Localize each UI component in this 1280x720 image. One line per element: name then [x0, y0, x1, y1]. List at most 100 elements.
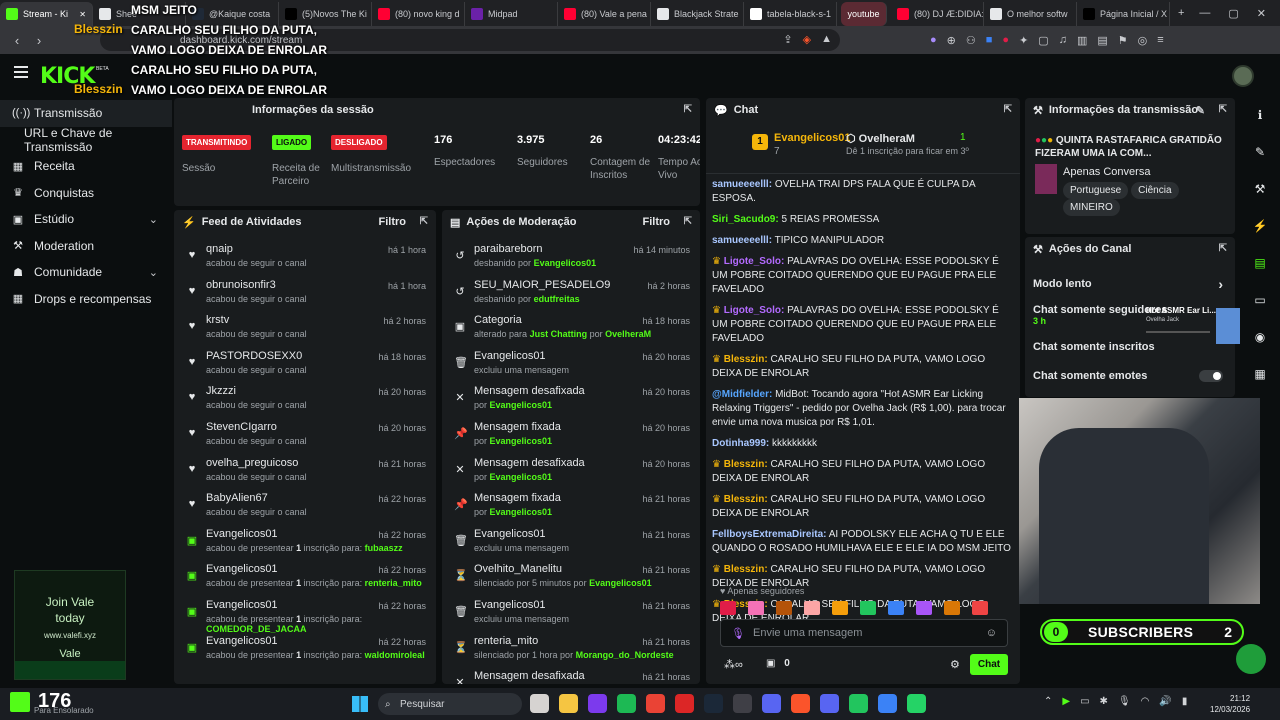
mini-music-player[interactable]: Hot ASMR Ear Li... Ovelha Jack	[1146, 306, 1254, 348]
chat-message[interactable]: Siri_Sacudo9: 5 REIAS PROMESSA	[712, 213, 1012, 227]
gear-icon[interactable]: ⚙	[950, 658, 960, 671]
chat-message[interactable]: ♛ Ligote_Solo: PALAVRAS DO OVELHA: ESSE …	[712, 255, 1012, 297]
puzzle-icon[interactable]: ✦	[1019, 34, 1028, 47]
chat-username[interactable]: samueeeelll:	[712, 179, 772, 190]
emote-icon[interactable]	[972, 601, 988, 615]
extension-icon[interactable]: ■	[986, 34, 993, 47]
list-item[interactable]: 📌 Mensagem fixada por Evangelicos01 há 20 h…	[442, 417, 700, 453]
sidebar-item-estudio[interactable]: ▣ Estúdio ⌄	[0, 206, 172, 233]
chat-message[interactable]: Dotinha999: kkkkkkkkk	[712, 437, 1012, 451]
taskbar-app-icon[interactable]	[733, 694, 752, 713]
tray-icon[interactable]: ▶	[1062, 696, 1070, 707]
emote-icon[interactable]	[804, 601, 820, 615]
chat-message[interactable]: @Midfielder: MidBot: Tocando agora "Hot …	[712, 388, 1012, 430]
tray-icon[interactable]: ▭	[1080, 696, 1089, 707]
chat-message[interactable]: ♛ Blesszin: CARALHO SEU FILHO DA PUTA, V…	[712, 458, 1012, 486]
pencil-icon[interactable]: ✎	[1240, 133, 1280, 170]
list-item[interactable]: ▣ Evangelicos01 acabou de presentear 1 ins…	[174, 631, 436, 667]
maximize-icon[interactable]: ▢	[1228, 7, 1238, 20]
moderator-name[interactable]: Evangelicos01	[490, 507, 553, 517]
edit-icon[interactable]: ✎	[1196, 104, 1205, 117]
taskbar-search[interactable]: ⌕ Pesquisar	[378, 693, 522, 715]
moderator-name[interactable]: Evangelicos01	[490, 436, 553, 446]
broadcast-icon[interactable]: ◉	[1240, 318, 1280, 355]
list-item[interactable]: 📌 Mensagem fixada por Evangelicos01 há 21 h…	[442, 488, 700, 524]
popout-icon[interactable]: ⇱	[1004, 104, 1012, 115]
player-progress[interactable]	[1146, 331, 1210, 333]
slow-mode-row[interactable]: Modo lento ›	[1025, 269, 1235, 298]
list-item[interactable]: ♥ PASTORDOSEXX0 acabou de seguir o canal há…	[174, 346, 436, 382]
forward-icon[interactable]: ›	[28, 33, 50, 48]
moderator-name[interactable]: Evangelicos01	[589, 578, 652, 588]
chat-message[interactable]: ♛ Blesszin: CARALHO SEU FILHO DA PUTA, V…	[712, 493, 1012, 521]
extension-icon[interactable]: ●	[930, 34, 937, 47]
sidebar-item-conquistas[interactable]: ♛ Conquistas	[0, 180, 172, 207]
chat-username[interactable]: samueeeelll:	[712, 235, 772, 246]
chat-username[interactable]: Blesszin:	[724, 564, 768, 575]
moderator-name[interactable]: Morango_do_Nordeste	[576, 650, 674, 660]
taskbar-app-icon[interactable]	[675, 694, 694, 713]
list-item[interactable]: ✕ Mensagem desafixada há 21 horas	[442, 666, 700, 684]
chat-username[interactable]: Ligote_Solo:	[724, 305, 785, 316]
close-icon[interactable]: ✕	[1257, 7, 1266, 20]
info-icon[interactable]: ℹ	[1240, 96, 1280, 133]
emote-icon[interactable]	[916, 601, 932, 615]
translate-icon[interactable]: ⚑	[1118, 34, 1128, 47]
sidebar-item-moderation[interactable]: ⚒ Moderation	[0, 233, 172, 260]
list-icon[interactable]: ▦	[1240, 355, 1280, 392]
stream-tag[interactable]: Ciência	[1131, 182, 1179, 199]
chat-icon[interactable]: ▭	[1240, 281, 1280, 318]
chat-message[interactable]: FellboysExtremaDireita: AI PODOLSKY ELE …	[712, 528, 1012, 556]
chat-message[interactable]: ♛ Ligote_Solo: PALAVRAS DO OVELHA: ESSE …	[712, 304, 1012, 346]
browser-tab[interactable]: Midpad	[465, 2, 558, 26]
browser-tab[interactable]: tabela-black-s-1	[744, 2, 837, 26]
sidebar-item-url-chave[interactable]: URL e Chave de Transmissão	[0, 126, 172, 154]
emotes-only-row[interactable]: Chat somente emotes	[1025, 361, 1235, 390]
extension-icon[interactable]: ⊕	[947, 34, 956, 47]
volume-icon[interactable]: 🔊	[1159, 696, 1171, 707]
battery-icon[interactable]: ▮	[1182, 696, 1188, 707]
taskbar-app-icon[interactable]	[791, 694, 810, 713]
taskbar-app-icon[interactable]	[588, 694, 607, 713]
emote-icon[interactable]	[860, 601, 876, 615]
list-item[interactable]: 🗑 Evangelicos01 excluiu uma mensagem há 21 …	[442, 524, 700, 560]
list-item[interactable]: ⏳ renteria_mito silenciado por 1 hora por …	[442, 631, 700, 667]
screenshot-icon[interactable]: ▢	[1038, 34, 1048, 47]
popout-icon[interactable]: ⇱	[1219, 104, 1227, 115]
popout-icon[interactable]: ⇱	[684, 216, 692, 227]
chat-username[interactable]: FellboysExtremaDireita:	[712, 529, 827, 540]
send-chat-button[interactable]: Chat	[970, 654, 1008, 675]
hamburger-menu-icon[interactable]	[14, 66, 28, 78]
list-item[interactable]: ♥ BabyAlien67 acabou de seguir o canal há 2…	[174, 488, 436, 524]
emote-icon[interactable]	[888, 601, 904, 615]
taskbar-widget[interactable]: 176 Para Ensolarado	[10, 690, 94, 715]
stream-tag[interactable]: MINEIRO	[1063, 199, 1120, 216]
taskbar-app-icon[interactable]	[559, 694, 578, 713]
mic-icon[interactable]: 🎙	[1118, 696, 1131, 707]
emote-icon[interactable]	[944, 601, 960, 615]
stream-tag[interactable]: Portuguese	[1063, 182, 1129, 199]
sidebar-item-drops[interactable]: ▦ Drops e recompensas	[0, 286, 172, 313]
list-item[interactable]: ▣ Evangelicos01 acabou de presentear 1 ins…	[174, 524, 436, 560]
moderator-name[interactable]: OvelheraM	[605, 329, 651, 339]
wrench-icon[interactable]: ⚒	[1240, 170, 1280, 207]
list-item[interactable]: ↺ paraibareborn desbanido por Evangelicos0…	[442, 239, 700, 275]
list-item[interactable]: 🗑 Evangelicos01 excluiu uma mensagem há 21 …	[442, 595, 700, 631]
moderator-name[interactable]: Evangelicos01	[534, 258, 597, 268]
support-icon[interactable]	[1236, 644, 1266, 674]
taskbar-app-icon[interactable]	[762, 694, 781, 713]
taskbar-app-icon[interactable]	[820, 694, 839, 713]
moderator-name[interactable]: edutfreitas	[534, 294, 580, 304]
gamepad-icon[interactable]: ⚇	[966, 34, 976, 47]
list-item[interactable]: ♥ qnaip acabou de seguir o canal há 1 hora	[174, 239, 436, 275]
emoji-icon[interactable]: ☺	[986, 627, 997, 639]
mic-icon[interactable]: 🎙	[731, 627, 745, 640]
chat-username[interactable]: Ligote_Solo:	[724, 256, 785, 267]
taskbar-app-icon[interactable]	[646, 694, 665, 713]
chat-username[interactable]: Blesszin:	[724, 354, 768, 365]
browser-tab[interactable]: (80) novo king d	[372, 2, 465, 26]
sidebar-item-comunidade[interactable]: ☗ Comunidade ⌄	[0, 259, 172, 286]
wallet-icon[interactable]: ▤	[1097, 34, 1107, 47]
moderator-name[interactable]: Evangelicos01	[490, 472, 553, 482]
wifi-icon[interactable]: ◠	[1141, 696, 1150, 707]
